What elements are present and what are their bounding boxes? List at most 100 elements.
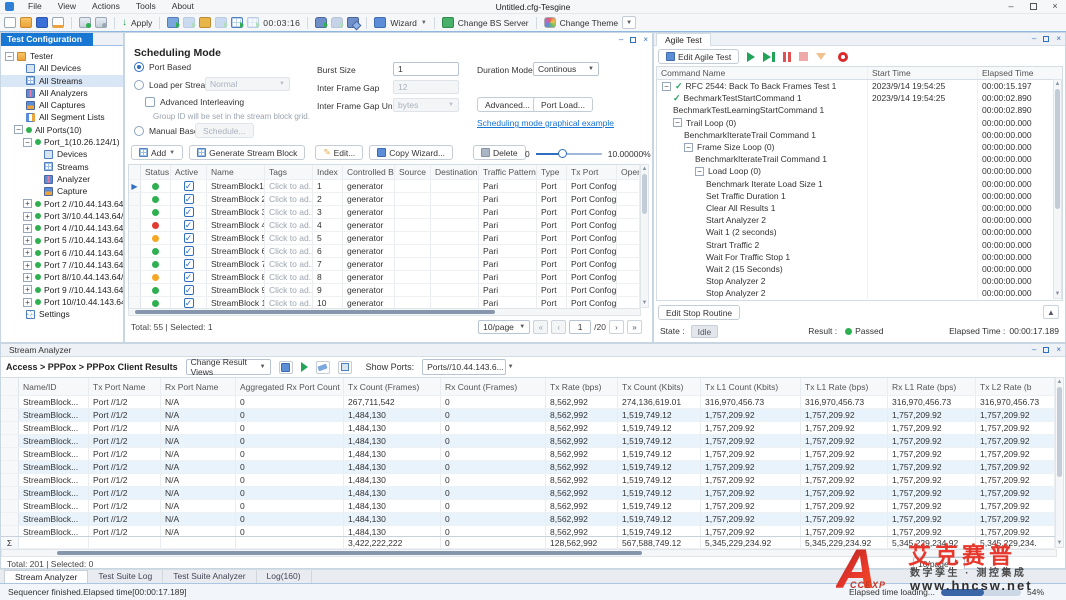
column-tx-l1-rate-bps-[interactable]: Tx L1 Rate (bps) bbox=[801, 378, 888, 395]
tree-item[interactable]: +Port 9 //10.44.143.64/1/1 bbox=[1, 284, 123, 296]
agile-command-row[interactable]: −Load Loop (0)00:00:00.000 bbox=[657, 165, 1062, 177]
tree-item[interactable]: +Port 7 //10.44.143.64/1/1 bbox=[1, 259, 123, 271]
column-source[interactable]: Source bbox=[395, 165, 431, 179]
result-row[interactable]: StreamBlock...Port //1/2N/A01,484,13008,… bbox=[1, 409, 1055, 422]
cell-tags[interactable]: Click to ad... bbox=[265, 245, 313, 257]
column-rx-port-name[interactable]: Rx Port Name bbox=[161, 378, 236, 395]
tab-test-suite-log[interactable]: Test Suite Log bbox=[88, 570, 163, 583]
cell-tags[interactable]: Click to ad... bbox=[265, 219, 313, 231]
edit-button[interactable]: ✎Edit... bbox=[315, 145, 363, 160]
expand-icon[interactable]: + bbox=[23, 248, 32, 257]
prev-page-button[interactable]: ‹ bbox=[551, 320, 566, 334]
agile-vertical-scrollbar[interactable]: ▲▼ bbox=[1053, 79, 1062, 299]
result-row[interactable]: StreamBlock...Port //1/2N/A01,484,13008,… bbox=[1, 487, 1055, 500]
pause-icon[interactable] bbox=[783, 52, 791, 62]
analyzer-horizontal-scrollbar[interactable] bbox=[1, 549, 1057, 557]
tree-item[interactable]: +Port 4 //10.44.143.64/1/1 bbox=[1, 222, 123, 234]
minimize-icon[interactable]: – bbox=[1000, 0, 1022, 13]
tree-item[interactable]: All Devices bbox=[1, 62, 123, 74]
start-sequencer-icon[interactable] bbox=[315, 17, 327, 28]
column-rx-count-frames-[interactable]: Rx Count (Frames) bbox=[441, 378, 546, 395]
generate-stream-block-button[interactable]: Generate Stream Block bbox=[189, 145, 305, 160]
agile-command-row[interactable]: BenchmarkIterateTrail Command 100:00:00.… bbox=[657, 129, 1062, 141]
close-icon[interactable]: × bbox=[1056, 345, 1061, 354]
column-tx-count-frames-[interactable]: Tx Count (Frames) bbox=[344, 378, 441, 395]
save-icon[interactable] bbox=[36, 17, 48, 28]
cell-tags[interactable]: Click to ad... bbox=[265, 284, 313, 296]
wizard-icon[interactable] bbox=[374, 17, 386, 28]
column-start-time[interactable]: Start Time bbox=[868, 67, 978, 79]
close-icon[interactable]: × bbox=[1056, 34, 1061, 43]
active-checkbox[interactable] bbox=[184, 194, 194, 204]
active-checkbox[interactable] bbox=[184, 207, 194, 217]
column-oper[interactable]: Oper bbox=[617, 165, 640, 179]
menu-tools[interactable]: Tools bbox=[128, 0, 164, 13]
delete-button[interactable]: Delete bbox=[473, 145, 526, 160]
result-row[interactable]: StreamBlock...Port //1/2N/A01,484,13008,… bbox=[1, 500, 1055, 513]
first-page-button[interactable]: « bbox=[533, 320, 548, 334]
tree-item[interactable]: +Port 6 //10.44.143.64/1/1 bbox=[1, 247, 123, 259]
tree-item[interactable]: Capture bbox=[1, 185, 123, 197]
collapse-icon[interactable]: − bbox=[662, 82, 671, 91]
stream-block-row[interactable]: StreamBlock 3Click to ad...3generatorPar… bbox=[129, 206, 640, 219]
port-load-button[interactable]: Port Load... bbox=[533, 97, 593, 112]
cell-tags[interactable]: Click to ad... bbox=[265, 271, 313, 283]
column-type[interactable]: Type bbox=[537, 165, 567, 179]
start-traffic-icon[interactable] bbox=[167, 17, 179, 28]
expand-icon[interactable]: + bbox=[23, 273, 32, 282]
active-checkbox[interactable] bbox=[184, 233, 194, 243]
result-row[interactable]: StreamBlock...Port //1/2N/A01,484,13008,… bbox=[1, 422, 1055, 435]
minimize-icon[interactable]: – bbox=[1032, 34, 1036, 43]
save-as-icon[interactable] bbox=[52, 17, 64, 28]
tree-item[interactable]: All Analyzers bbox=[1, 87, 123, 99]
scheduling-example-link[interactable]: Scheduling mode graphical example bbox=[477, 118, 614, 128]
cell-tags[interactable]: Click to ad... bbox=[265, 232, 313, 244]
column-tx-port-name[interactable]: Tx Port Name bbox=[89, 378, 161, 395]
agile-command-row[interactable]: Stop Analyzer 200:00:00.000 bbox=[657, 275, 1062, 287]
active-checkbox[interactable] bbox=[184, 220, 194, 230]
tab-agile-test[interactable]: Agile Test bbox=[656, 33, 711, 46]
tree-item[interactable]: +Port 3//10.44.143.64/1/1 bbox=[1, 210, 123, 222]
result-row[interactable]: StreamBlock...Port //1/2N/A01,484,13008,… bbox=[1, 513, 1055, 526]
agile-command-row[interactable]: BechmarkTestLearningStartCommand 100:00:… bbox=[657, 104, 1062, 116]
active-checkbox[interactable] bbox=[184, 246, 194, 256]
tab-log-160-[interactable]: Log(160) bbox=[257, 570, 312, 583]
result-row[interactable]: StreamBlock...Port //1/2N/A01,484,13008,… bbox=[1, 526, 1055, 536]
minimize-icon[interactable]: – bbox=[1032, 345, 1036, 354]
cell-tags[interactable]: Click to ad... bbox=[265, 193, 313, 205]
slider-handle[interactable] bbox=[558, 149, 567, 158]
checkbox-icon[interactable] bbox=[145, 97, 155, 107]
tree-item[interactable]: All Captures bbox=[1, 99, 123, 111]
start-capture-icon[interactable] bbox=[199, 17, 211, 28]
tab-test-configuration[interactable]: Test Configuration bbox=[1, 33, 93, 46]
maximize-icon[interactable] bbox=[1022, 0, 1044, 13]
column-active[interactable]: Active bbox=[171, 165, 207, 179]
minimize-icon[interactable]: – bbox=[619, 35, 623, 44]
record-icon[interactable] bbox=[838, 52, 848, 62]
stream-block-row[interactable]: StreamBlock 4Click to ad...4generatorPar… bbox=[129, 219, 640, 232]
tree-item[interactable]: +Port 5 //10.44.143.64/1/1 bbox=[1, 234, 123, 246]
advanced-interleaving-checkbox[interactable]: Advanced Interleaving bbox=[145, 97, 244, 107]
agile-command-row[interactable]: −Trail Loop (0)00:00:00.000 bbox=[657, 117, 1062, 129]
disconnect-chassis-icon[interactable] bbox=[95, 17, 107, 28]
page-number-input[interactable]: 1 bbox=[569, 320, 591, 334]
stream-horizontal-scrollbar[interactable] bbox=[128, 308, 641, 316]
start-results-icon[interactable] bbox=[301, 362, 308, 372]
connect-chassis-icon[interactable] bbox=[79, 17, 91, 28]
step-icon[interactable] bbox=[763, 52, 775, 62]
apply-button[interactable]: Apply bbox=[131, 18, 152, 28]
column-tx-l1-count-kbits-[interactable]: Tx L1 Count (Kbits) bbox=[701, 378, 801, 395]
agile-command-row[interactable]: −Frame Size Loop (0)00:00:00.000 bbox=[657, 141, 1062, 153]
column-index[interactable]: Index bbox=[313, 165, 343, 179]
stream-vertical-scrollbar[interactable]: ▲▼ bbox=[640, 164, 649, 308]
close-icon[interactable]: × bbox=[1044, 0, 1066, 13]
expand-icon[interactable]: + bbox=[23, 261, 32, 270]
restore-icon[interactable] bbox=[1043, 34, 1049, 43]
duration-mode-select[interactable]: Continous▼ bbox=[533, 62, 599, 76]
toolbar-overflow-dropdown[interactable]: ▼ bbox=[622, 16, 636, 29]
agile-command-row[interactable]: −✓RFC 2544: Back To Back Frames Test 120… bbox=[657, 80, 1062, 92]
tree-item[interactable]: Analyzer bbox=[1, 173, 123, 185]
agile-command-row[interactable]: Wait 1 (2 seconds)00:00:00.000 bbox=[657, 226, 1062, 238]
agile-command-row[interactable]: Clear All Results 100:00:00.000 bbox=[657, 202, 1062, 214]
expand-icon[interactable]: + bbox=[23, 285, 32, 294]
